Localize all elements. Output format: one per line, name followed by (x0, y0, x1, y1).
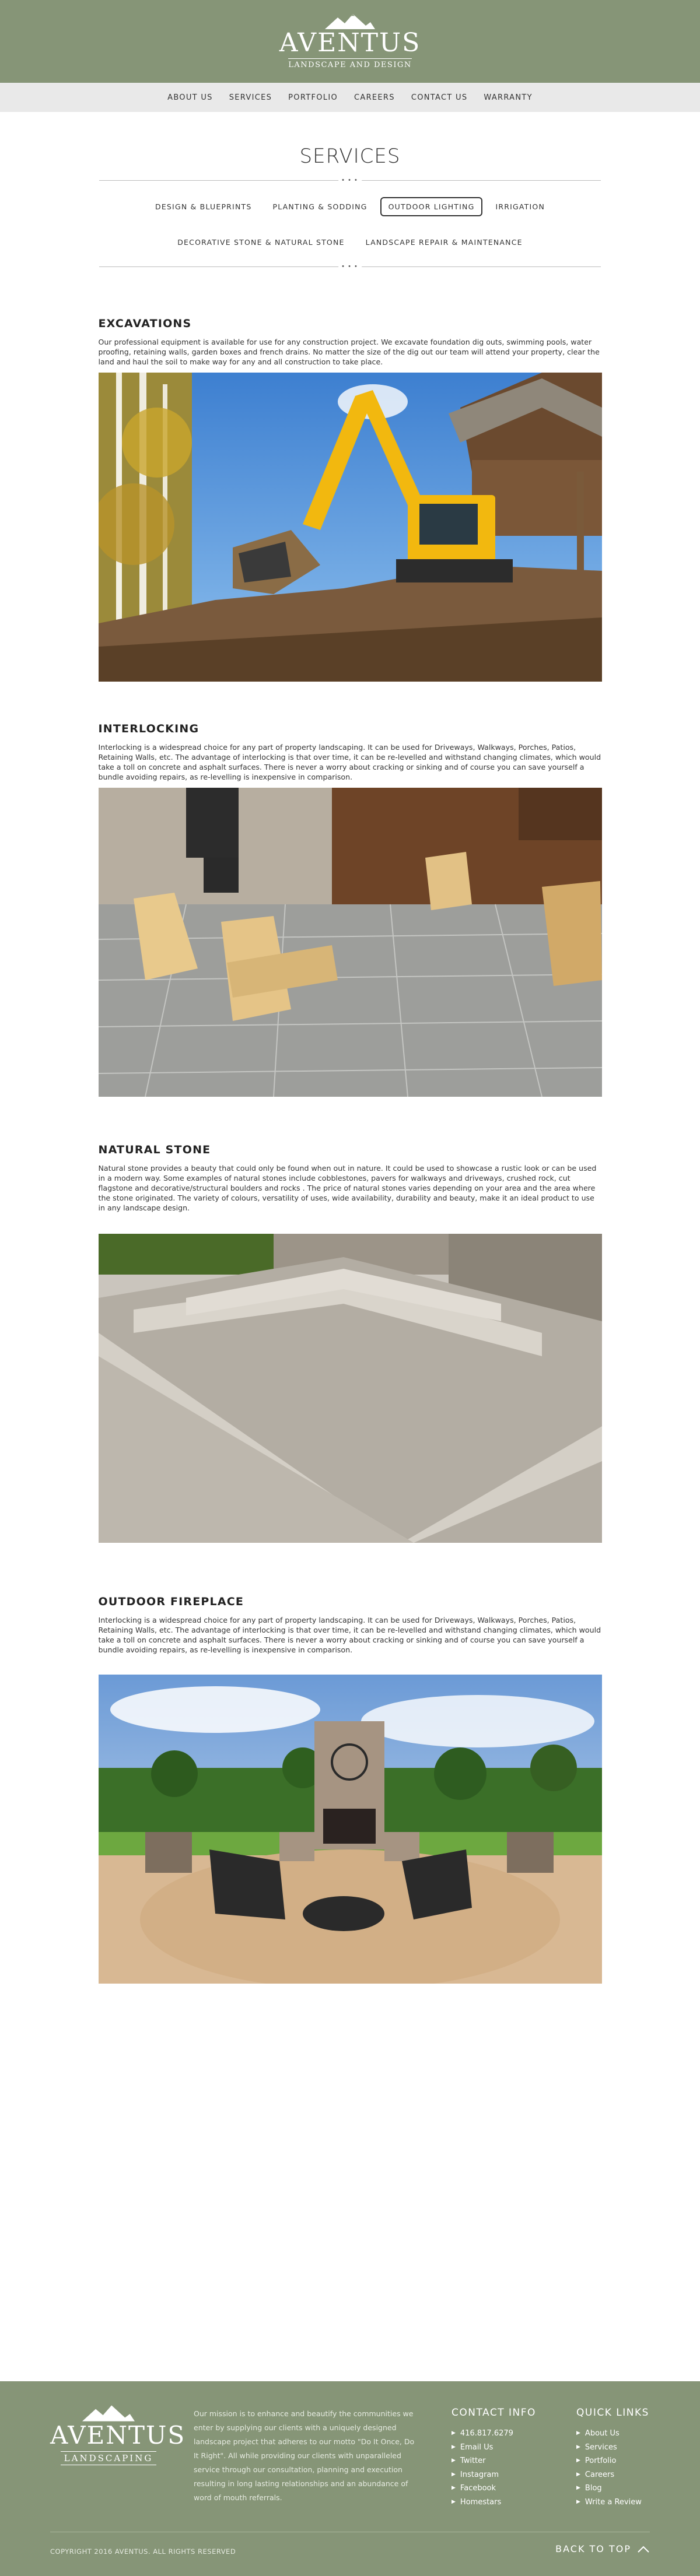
filter-irrigation[interactable]: IRRIGATION (487, 197, 553, 216)
contact-label: Twitter (460, 2456, 486, 2466)
arrow-right-icon: ▶ (576, 2444, 580, 2450)
footer-logo[interactable]: AVENTUS LANDSCAPING (50, 2405, 186, 2465)
brand-tagline: LANDSCAPE AND DESIGN (288, 58, 412, 69)
footer-brand-tagline: LANDSCAPING (60, 2451, 157, 2465)
contact-email[interactable]: ▶ Email Us (452, 2441, 536, 2455)
filter-outdoor-lighting[interactable]: OUTDOOR LIGHTING (380, 197, 483, 216)
link-about-us[interactable]: ▶ About Us (576, 2427, 649, 2441)
arrow-right-icon: ▶ (452, 2458, 456, 2464)
arrow-right-icon: ▶ (576, 2430, 580, 2436)
section-interlocking: INTERLOCKING Interlocking is a widesprea… (98, 722, 602, 1097)
contact-label: Facebook (460, 2484, 496, 2493)
site-header: AVENTUS LANDSCAPE AND DESIGN (0, 0, 700, 83)
filters-divider: • • • (99, 262, 601, 271)
quick-links-title: QUICK LINKS (576, 2407, 649, 2419)
contact-info-title: CONTACT INFO (452, 2407, 536, 2419)
quick-links: QUICK LINKS ▶ About Us ▶ Services ▶ Portfol… (576, 2407, 649, 2510)
mountain-logo-icon (325, 13, 375, 29)
contact-homestars[interactable]: ▶ Homestars (452, 2496, 536, 2510)
filter-decorative-natural-stone[interactable]: DECORATIVE STONE & NATURAL STONE (169, 233, 352, 252)
site-footer: AVENTUS LANDSCAPING Our mission is to en… (0, 2381, 700, 2576)
section-title: NATURAL STONE (98, 1143, 211, 1156)
arrow-right-icon: ▶ (452, 2498, 456, 2505)
nav-services[interactable]: SERVICES (221, 93, 280, 102)
outdoor-fireplace-photo (98, 1675, 602, 1984)
mission-statement: Our mission is to enhance and beautify t… (194, 2409, 415, 2502)
link-label: Blog (584, 2484, 602, 2493)
arrow-right-icon: ▶ (452, 2485, 456, 2491)
brand-logo[interactable]: AVENTUS LANDSCAPE AND DESIGN (279, 13, 421, 69)
nav-warranty[interactable]: WARRANTY (475, 93, 540, 102)
section-text: Natural stone provides a beauty that cou… (98, 1164, 597, 1212)
link-label: Services (584, 2442, 617, 2452)
stone-steps-photo (98, 1234, 602, 1543)
divider-dots: • • • (338, 176, 362, 184)
contact-label: Email Us (460, 2442, 494, 2452)
filter-landscape-repair[interactable]: LANDSCAPE REPAIR & MAINTENANCE (358, 233, 531, 252)
back-to-top-label: BACK TO TOP (555, 2543, 631, 2554)
contact-label: Homestars (460, 2497, 502, 2507)
back-to-top-button[interactable]: BACK TO TOP (555, 2543, 650, 2554)
arrow-right-icon: ▶ (452, 2430, 456, 2436)
mountain-logo-icon (82, 2405, 135, 2421)
link-portfolio[interactable]: ▶ Portfolio (576, 2454, 649, 2468)
link-careers[interactable]: ▶ Careers (576, 2468, 649, 2482)
link-label: About Us (584, 2429, 620, 2438)
contact-facebook[interactable]: ▶ Facebook (452, 2482, 536, 2496)
section-excavations: EXCAVATIONS Our professional equipment i… (98, 317, 602, 682)
chevron-up-icon (638, 2546, 649, 2553)
arrow-right-icon: ▶ (576, 2471, 580, 2477)
section-title: OUTDOOR FIREPLACE (98, 1595, 244, 1608)
patio-chairs-photo (98, 788, 602, 1097)
arrow-right-icon: ▶ (576, 2485, 580, 2491)
copyright: COPYRIGHT 2016 AVENTUS. ALL RIGHTS RESER… (50, 2547, 236, 2556)
link-blog[interactable]: ▶ Blog (576, 2482, 649, 2496)
main-nav: ABOUT US SERVICES PORTFOLIO CAREERS CONT… (0, 83, 700, 112)
nav-contact-us[interactable]: CONTACT US (403, 93, 476, 102)
brand-name: AVENTUS (279, 27, 421, 58)
nav-portfolio[interactable]: PORTFOLIO (280, 93, 346, 102)
link-label: Careers (584, 2470, 615, 2479)
section-outdoor-fireplace: OUTDOOR FIREPLACE Interlocking is a wide… (98, 1595, 602, 1984)
section-title: INTERLOCKING (98, 722, 200, 735)
section-natural-stone: NATURAL STONE Natural stone provides a b… (98, 1143, 602, 1543)
footer-brand-name: AVENTUS (50, 2421, 186, 2449)
section-text: Interlocking is a widespread choice for … (98, 743, 601, 781)
arrow-right-icon: ▶ (452, 2471, 456, 2477)
section-text: Interlocking is a widespread choice for … (98, 1616, 601, 1654)
filter-design-blueprints[interactable]: DESIGN & BLUEPRINTS (147, 197, 260, 216)
contact-instagram[interactable]: ▶ Instagram (452, 2468, 536, 2482)
section-title: EXCAVATIONS (98, 317, 192, 330)
contact-twitter[interactable]: ▶ Twitter (452, 2454, 536, 2468)
page-title: SERVICES (299, 145, 401, 168)
nav-about-us[interactable]: ABOUT US (159, 93, 221, 102)
divider-dots: • • • (338, 262, 362, 271)
link-label: Write a Review (584, 2497, 642, 2507)
arrow-right-icon: ▶ (576, 2498, 580, 2505)
title-divider: • • • (99, 176, 601, 184)
contact-label: 416.817.6279 (460, 2429, 513, 2438)
link-write-review[interactable]: ▶ Write a Review (576, 2496, 649, 2510)
excavator-photo (98, 373, 602, 682)
link-label: Portfolio (584, 2456, 617, 2466)
contact-phone[interactable]: ▶ 416.817.6279 (452, 2427, 536, 2441)
service-filters: DESIGN & BLUEPRINTS PLANTING & SODDING O… (88, 197, 612, 252)
section-text: Our professional equipment is available … (98, 338, 600, 366)
filter-planting-sodding[interactable]: PLANTING & SODDING (264, 197, 375, 216)
arrow-right-icon: ▶ (452, 2444, 456, 2450)
contact-label: Instagram (460, 2470, 499, 2479)
nav-careers[interactable]: CAREERS (346, 93, 403, 102)
arrow-right-icon: ▶ (576, 2458, 580, 2464)
link-services[interactable]: ▶ Services (576, 2441, 649, 2455)
contact-info: CONTACT INFO ▶ 416.817.6279 ▶ Email Us ▶ Tw… (452, 2407, 536, 2510)
